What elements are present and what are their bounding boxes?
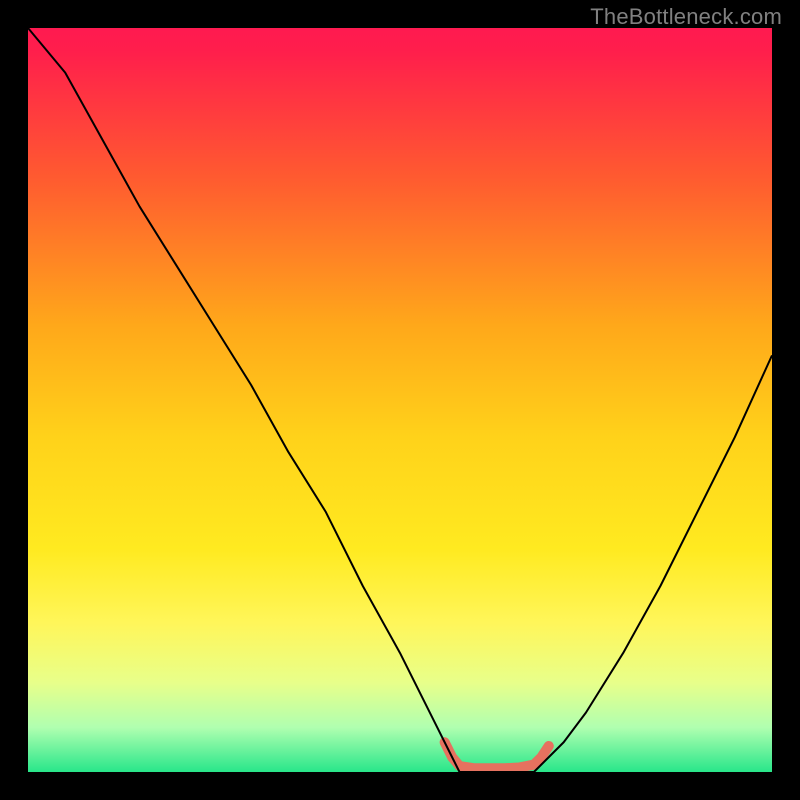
watermark-label: TheBottleneck.com bbox=[590, 4, 782, 30]
gradient-background bbox=[28, 28, 772, 772]
chart-frame: TheBottleneck.com bbox=[0, 0, 800, 800]
plot-area bbox=[28, 28, 772, 772]
chart-svg bbox=[28, 28, 772, 772]
